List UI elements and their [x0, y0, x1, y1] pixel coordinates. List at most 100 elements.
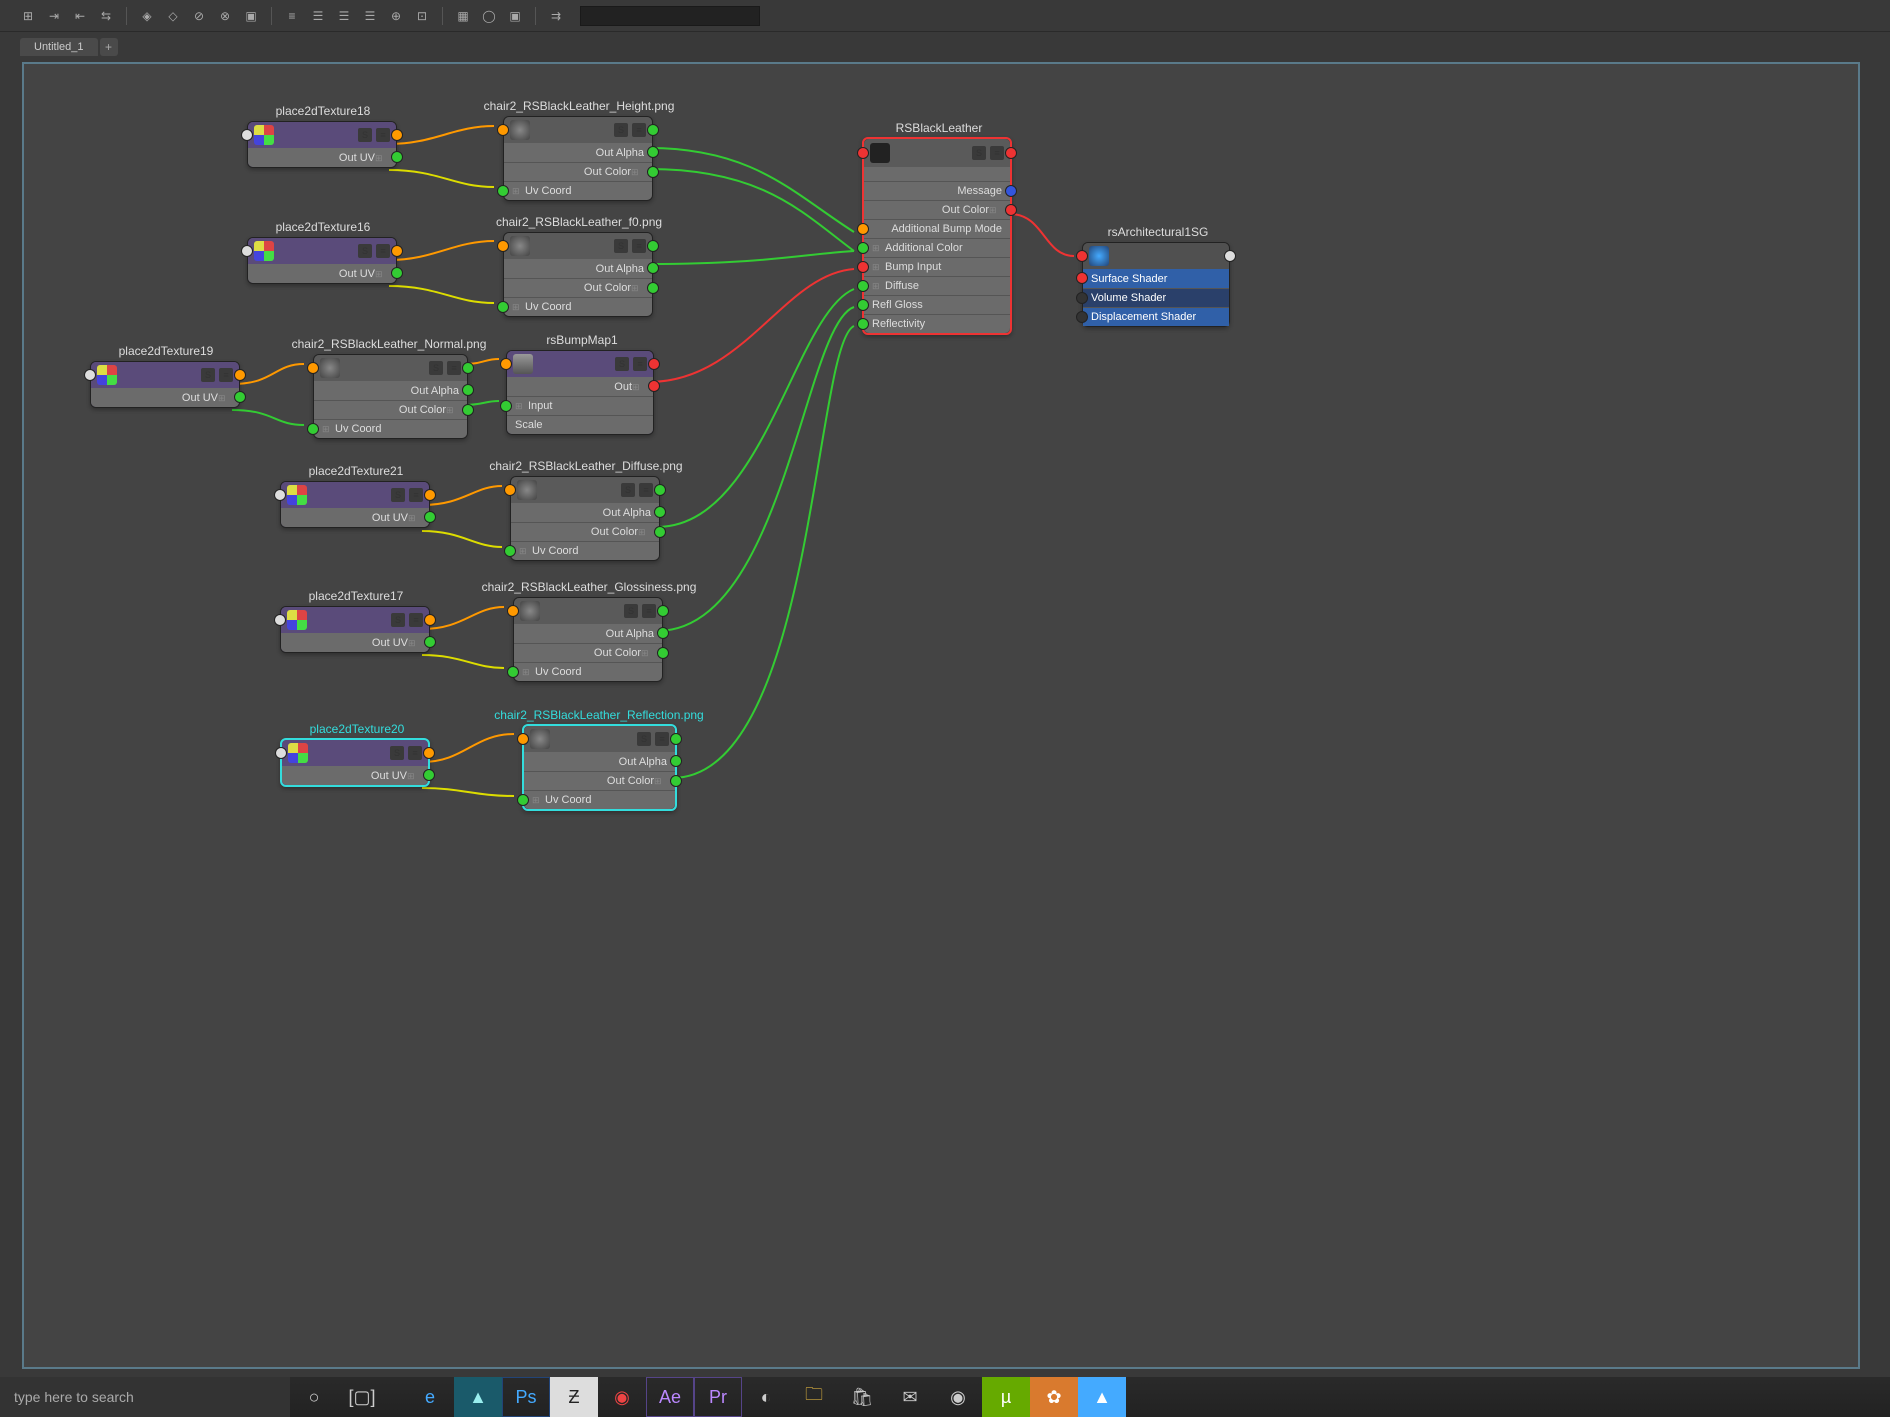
attr-input[interactable]: ⊞Input	[507, 396, 653, 415]
node-place2dtexture20[interactable]: place2dTexture20 S≡ Out UV⊞	[280, 738, 430, 787]
tb-view3-icon[interactable]: ☰	[334, 6, 354, 26]
attr-out-uv[interactable]: Out UV⊞	[282, 766, 428, 785]
attr-surface-shader[interactable]: Surface Shader	[1083, 269, 1229, 288]
tb-layout-icon[interactable]: ⇉	[546, 6, 566, 26]
attr-add-color[interactable]: ⊞Additional Color	[864, 238, 1010, 257]
attr-out-color[interactable]: Out Color⊞	[864, 200, 1010, 219]
node-file-reflection[interactable]: chair2_RSBlackLeather_Reflection.png S≡ …	[522, 724, 677, 811]
attr-out-color[interactable]: Out Color⊞	[524, 771, 675, 790]
toolbar-search-input[interactable]	[580, 6, 760, 26]
zbrush-icon[interactable]: Ƶ	[550, 1377, 598, 1417]
attr-reflectivity[interactable]: Reflectivity	[864, 314, 1010, 333]
node-file-height[interactable]: chair2_RSBlackLeather_Height.png S≡ Out …	[503, 116, 653, 201]
edge-icon[interactable]: e	[406, 1377, 454, 1417]
settings-icon[interactable]: ✿	[1030, 1377, 1078, 1417]
node-place2dtexture21[interactable]: place2dTexture21 S≡ Out UV⊞	[280, 481, 430, 528]
taskbar-search[interactable]: type here to search	[0, 1377, 290, 1417]
attr-scale[interactable]: Scale	[507, 415, 653, 434]
tb-add-icon[interactable]: ◈	[137, 6, 157, 26]
attr-out-color[interactable]: Out Color⊞	[504, 162, 652, 181]
tb-zoom-icon[interactable]: ⊕	[386, 6, 406, 26]
aftereffects-icon[interactable]: Ae	[646, 1377, 694, 1417]
attr-out-color[interactable]: Out Color⊞	[511, 522, 659, 541]
tab-add-button[interactable]: +	[100, 38, 118, 56]
tb-del-icon[interactable]: ◇	[163, 6, 183, 26]
tb-link-icon[interactable]: ⊘	[189, 6, 209, 26]
attr-uv-coord[interactable]: ⊞Uv Coord	[511, 541, 659, 560]
node-file-diffuse[interactable]: chair2_RSBlackLeather_Diffuse.png S≡ Out…	[510, 476, 660, 561]
chrome-icon[interactable]: ◉	[934, 1377, 982, 1417]
tb-grid-icon[interactable]: ▦	[453, 6, 473, 26]
attr-uv-coord[interactable]: ⊞Uv Coord	[314, 419, 467, 438]
tb-fit-icon[interactable]: ⊡	[412, 6, 432, 26]
maya-icon[interactable]: ▲	[454, 1377, 502, 1417]
node-canvas[interactable]: place2dTexture18 S≡ Out UV⊞ place2dTextu…	[22, 62, 1860, 1369]
attr-out-uv[interactable]: Out UV⊞	[248, 264, 396, 283]
tb-camera-icon[interactable]: ▣	[505, 6, 525, 26]
node-place2dtexture17[interactable]: place2dTexture17 S≡ Out UV⊞	[280, 606, 430, 653]
attr-refl-gloss[interactable]: Refl Gloss	[864, 295, 1010, 314]
tab-untitled[interactable]: Untitled_1	[20, 38, 98, 56]
place2d-icon	[97, 365, 117, 385]
attr-uv-coord[interactable]: ⊞Uv Coord	[504, 181, 652, 200]
photos-icon[interactable]: ▲	[1078, 1377, 1126, 1417]
tb-view1-icon[interactable]: ≡	[282, 6, 302, 26]
attr-out-uv[interactable]: Out UV⊞	[91, 388, 239, 407]
tb-select-icon[interactable]: ◯	[479, 6, 499, 26]
node-place2dtexture19[interactable]: place2dTexture19 S≡ Out UV⊞	[90, 361, 240, 408]
substance-icon[interactable]: ◉	[598, 1377, 646, 1417]
attr-displacement-shader[interactable]: Displacement Shader	[1083, 307, 1229, 326]
premiere-icon[interactable]: Pr	[694, 1377, 742, 1417]
attr-out-color[interactable]: Out Color⊞	[314, 400, 467, 419]
node-file-glossiness[interactable]: chair2_RSBlackLeather_Glossiness.png S≡ …	[513, 597, 663, 682]
attr-out-alpha[interactable]: Out Alpha	[314, 381, 467, 400]
node-file-f0[interactable]: chair2_RSBlackLeather_f0.png S≡ Out Alph…	[503, 232, 653, 317]
attr-bump-input[interactable]: ⊞Bump Input	[864, 257, 1010, 276]
attr-out-color[interactable]: Out Color⊞	[514, 643, 662, 662]
list-icon[interactable]: ≡	[376, 128, 390, 142]
attr-out-uv[interactable]: Out UV⊞	[281, 508, 429, 527]
tb-dup-icon[interactable]: ▣	[241, 6, 261, 26]
taskview-icon[interactable]: [▢]	[338, 1377, 386, 1417]
attr-out-uv[interactable]: Out UV⊞	[248, 148, 396, 167]
tb-view2-icon[interactable]: ☰	[308, 6, 328, 26]
attr-out-alpha[interactable]: Out Alpha	[504, 143, 652, 162]
node-place2dtexture16[interactable]: place2dTexture16 S≡ Out UV⊞	[247, 237, 397, 284]
node-place2dtexture18[interactable]: place2dTexture18 S≡ Out UV⊞	[247, 121, 397, 168]
node-title: chair2_RSBlackLeather_Diffuse.png	[456, 459, 716, 473]
attr-message[interactable]: Message	[864, 181, 1010, 200]
attr-out-color[interactable]: Out Color⊞	[504, 278, 652, 297]
node-rsarchitectural1sg[interactable]: rsArchitectural1SG Surface Shader Volume…	[1082, 242, 1230, 327]
node-file-normal[interactable]: chair2_RSBlackLeather_Normal.png S≡ Out …	[313, 354, 468, 439]
port-in[interactable]	[241, 129, 253, 141]
attr-out-alpha[interactable]: Out Alpha	[514, 624, 662, 643]
attr-out-uv[interactable]: Out UV⊞	[281, 633, 429, 652]
attr-uv-coord[interactable]: ⊞Uv Coord	[524, 790, 675, 809]
port-out[interactable]	[391, 129, 403, 141]
attr-diffuse[interactable]: ⊞Diffuse	[864, 276, 1010, 295]
tb-out-icon[interactable]: ⇤	[70, 6, 90, 26]
store-icon[interactable]: 🛍	[838, 1377, 886, 1417]
photoshop-icon[interactable]: Ps	[502, 1377, 550, 1417]
tb-snap-icon[interactable]: ⊞	[18, 6, 38, 26]
cortana-icon[interactable]: ○	[290, 1377, 338, 1417]
steam-icon[interactable]: ◐	[742, 1377, 790, 1417]
attr-out[interactable]: Out⊞	[507, 377, 653, 396]
attr-out-alpha[interactable]: Out Alpha	[504, 259, 652, 278]
tb-view4-icon[interactable]: ☰	[360, 6, 380, 26]
tb-unlink-icon[interactable]: ⊗	[215, 6, 235, 26]
mail-icon[interactable]: ✉	[886, 1377, 934, 1417]
attr-out-alpha[interactable]: Out Alpha	[511, 503, 659, 522]
node-rsblackleather[interactable]: RSBlackLeather S≡ Message Out Color⊞ Add…	[862, 137, 1012, 335]
node-rsbumpmap1[interactable]: rsBumpMap1 S≡ Out⊞ ⊞Input Scale	[506, 350, 654, 435]
tb-both-icon[interactable]: ⇆	[96, 6, 116, 26]
attr-uv-coord[interactable]: ⊞Uv Coord	[514, 662, 662, 681]
attr-out-alpha[interactable]: Out Alpha	[524, 752, 675, 771]
utorrent-icon[interactable]: µ	[982, 1377, 1030, 1417]
explorer-icon[interactable]: 🗀	[790, 1377, 838, 1417]
attr-uv-coord[interactable]: ⊞Uv Coord	[504, 297, 652, 316]
tb-in-icon[interactable]: ⇥	[44, 6, 64, 26]
attr-volume-shader[interactable]: Volume Shader	[1083, 288, 1229, 307]
attr-add-bump-mode[interactable]: Additional Bump Mode	[864, 219, 1010, 238]
s-icon[interactable]: S	[358, 128, 372, 142]
